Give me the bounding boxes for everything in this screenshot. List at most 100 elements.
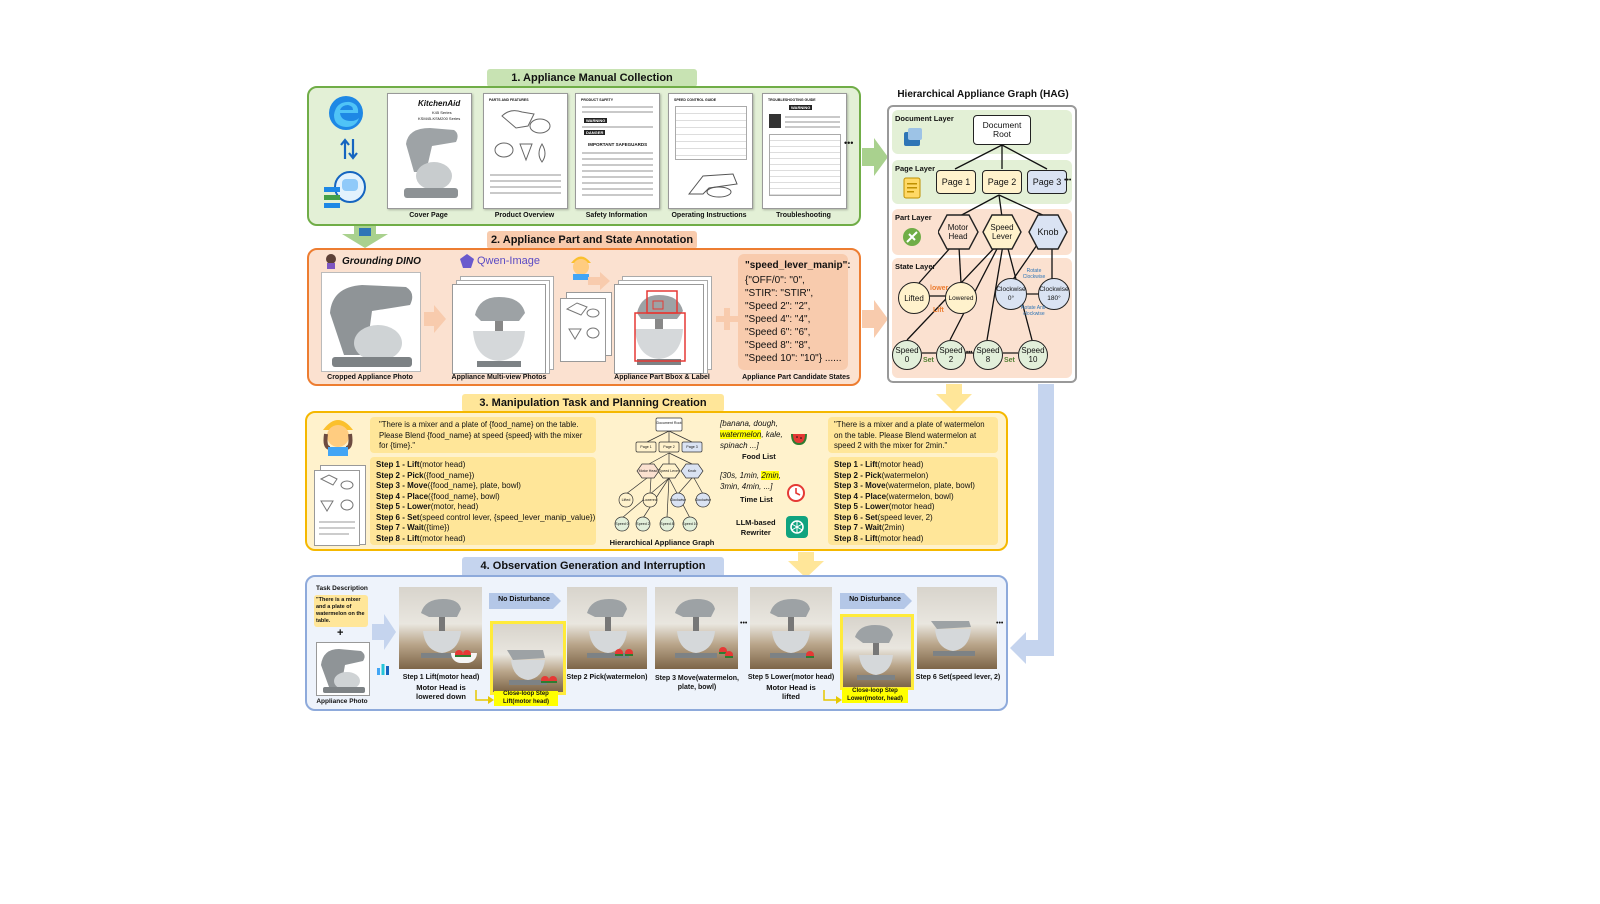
mini-node-label: Speed Lever <box>659 469 680 473</box>
mini-node-label: Knob <box>688 469 696 473</box>
no-disturbance-banner-1: No Disturbance <box>489 593 561 609</box>
appliance-photo <box>316 642 370 696</box>
worker-girl-icon <box>318 414 358 456</box>
arrow-s4-input <box>372 614 396 650</box>
multiview-photo-front <box>452 284 546 374</box>
no-disturbance-label: No Disturbance <box>498 596 550 603</box>
doc-header: TROUBLESHOOTING GUIDE <box>768 98 816 102</box>
hag-state-lifted: Lifted <box>898 282 930 314</box>
mini-node-label: Page 2 <box>663 445 674 449</box>
llm-rewriter-icon <box>786 516 808 538</box>
mini-node-label: Speed 10 <box>682 522 697 526</box>
step-caption-2: Step 2 Pick(watermelon) <box>566 674 648 681</box>
caption-cropped-photo: Cropped Appliance Photo <box>327 374 413 381</box>
arrow-hag-to-s4 <box>1010 384 1054 664</box>
mini-node-label: Page 1 <box>640 445 651 449</box>
no-disturbance-label: No Disturbance <box>849 596 901 603</box>
state-line: "Speed 8": "8", <box>745 340 811 351</box>
template-step: Step 5 - Lower(motor, head) <box>376 502 479 511</box>
edge-label-rotate-cw: Rotate Clockwise <box>1022 268 1046 280</box>
edge-label-set-1: Set <box>923 357 934 364</box>
section2-title: 2. Appliance Part and State Annotation <box>487 231 697 249</box>
hag-page-2: Page 2 <box>982 170 1022 194</box>
step-caption-3: Step 3 Move(watermelon, plate, bowl) <box>654 675 740 691</box>
mini-hag-caption: Hierarchical Appliance Graph <box>609 538 715 547</box>
template-step: Step 6 - Set(speed control lever, {speed… <box>376 512 596 522</box>
mini-node-label: Clockwise <box>695 498 711 502</box>
bbox-photo-front <box>614 284 704 374</box>
instance-step: Step 1 - Lift(motor head) <box>834 460 924 469</box>
obs-photo-interrupt-1 <box>490 621 566 695</box>
hag-page-ellipsis: ••• <box>1064 177 1072 184</box>
no-disturbance-banner-2: No Disturbance <box>840 593 912 609</box>
safety-heading: IMPORTANT SAFEGUARDS <box>588 142 648 147</box>
caption-multiview-photos: Appliance Multi-view Photos <box>451 374 547 381</box>
instance-step: Step 2 - Pick(watermelon) <box>834 470 929 480</box>
hag-state-speed-0: Speed 0 <box>892 340 922 370</box>
grounding-dino-label: Grounding DINO <box>342 256 421 267</box>
template-quote: "There is a mixer and a plate of {food_n… <box>379 420 583 450</box>
manual-operating-instructions: SPEED CONTROL GUIDE <box>668 93 753 209</box>
state-line: {"OFF/0": "0", <box>745 275 805 286</box>
cover-brand: KitchenAid <box>418 99 461 108</box>
hag-part-speed-lever: Speed Lever <box>990 223 1014 241</box>
hag-part-knob: Knob <box>1037 226 1059 237</box>
appliance-photo-label: Appliance Photo <box>316 698 368 705</box>
instance-step: Step 8 - Lift(motor head) <box>834 533 924 543</box>
state-line: "STIR": "STIR", <box>745 288 814 299</box>
chart-icon <box>376 661 390 675</box>
danger-label: DANGER <box>584 130 606 135</box>
plus-sign <box>716 308 738 330</box>
hag-document-root: Document Root <box>973 115 1031 145</box>
mini-node-label: Clockwise <box>670 498 686 502</box>
qwen-image-label: Qwen-Image <box>477 255 540 267</box>
instance-step: Step 7 - Wait(2min) <box>834 523 905 532</box>
warning-label: WARNING <box>789 105 813 110</box>
mini-hag-graph: Document Root Page 1 Page 2 Page 3 Motor… <box>614 417 711 532</box>
mini-node-label: Document Root <box>657 421 682 425</box>
time-list-label: Time List <box>740 495 773 504</box>
clock-icon <box>786 483 806 503</box>
doc-header: PARTS AND FEATURES <box>489 98 529 102</box>
edge-label-rotate-acw: Rotate Anti-clockwise <box>1020 305 1048 317</box>
template-steps: Step 1 - Lift(motor head) Step 2 - Pick(… <box>376 460 595 544</box>
template-step: Step 8 - Lift(motor head) <box>376 533 466 543</box>
obs-photo-step3 <box>655 587 738 669</box>
annotation-manual-doc <box>560 298 606 362</box>
watermelon-icon <box>790 432 808 446</box>
instance-step: Step 4 - Place(watermelon, bowl) <box>834 491 954 501</box>
obs-photo-step6 <box>917 587 997 669</box>
obs-ellipsis-1: ••• <box>740 620 748 627</box>
closeloop-arrow-2 <box>823 690 842 704</box>
arrow-to-hag <box>862 138 888 176</box>
hag-page-1: Page 1 <box>936 170 976 194</box>
edge-label-set-2: Set <box>1004 357 1015 364</box>
obs-ellipsis-2: ••• <box>996 620 1004 627</box>
task-desc-label: Task Description <box>316 585 368 592</box>
mini-node-label: Lifted <box>622 498 631 502</box>
closeloop-arrow-1 <box>475 690 494 704</box>
hag-state-speed-10: Speed 10 <box>1018 340 1048 370</box>
mixer-image <box>404 128 458 198</box>
hag-page-3: Page 3 <box>1027 170 1067 194</box>
hag-state-speed-8: Speed 8 <box>973 340 1003 370</box>
manual-safety-information: PRODUCT SAFETY WARNING DANGER IMPORTANT … <box>575 93 660 209</box>
instance-step: Step 5 - Lower(motor head) <box>834 502 935 511</box>
task-desc-box: "There is a mixer and a plate of waterme… <box>314 595 368 627</box>
arrow-s2-to-hag <box>862 300 888 338</box>
cover-series: K45 Series <box>432 110 452 115</box>
interrupt-caption-1: Motor Head is lowered down <box>415 683 466 701</box>
edge-label-dots: ••• <box>966 350 973 356</box>
caption-product-overview: Product Overview <box>494 212 555 219</box>
robot-agent-icon <box>320 165 368 211</box>
states-header: "speed_lever_manip": <box>745 260 851 271</box>
parts-diagram <box>494 110 551 163</box>
warning-label: WARNING <box>584 118 608 123</box>
manual-product-overview: PARTS AND FEATURES <box>483 93 568 209</box>
exchange-arrows-icon <box>338 137 360 161</box>
arrow-s1-to-s2 <box>342 226 388 248</box>
step-caption-6: Step 6 Set(speed lever, 2) <box>915 674 1001 681</box>
section3-title: 3. Manipulation Task and Planning Creati… <box>462 394 724 412</box>
state-line: "Speed 2": "2", <box>745 301 811 312</box>
rewriter-label: LLM-based Rewriter <box>736 518 776 537</box>
